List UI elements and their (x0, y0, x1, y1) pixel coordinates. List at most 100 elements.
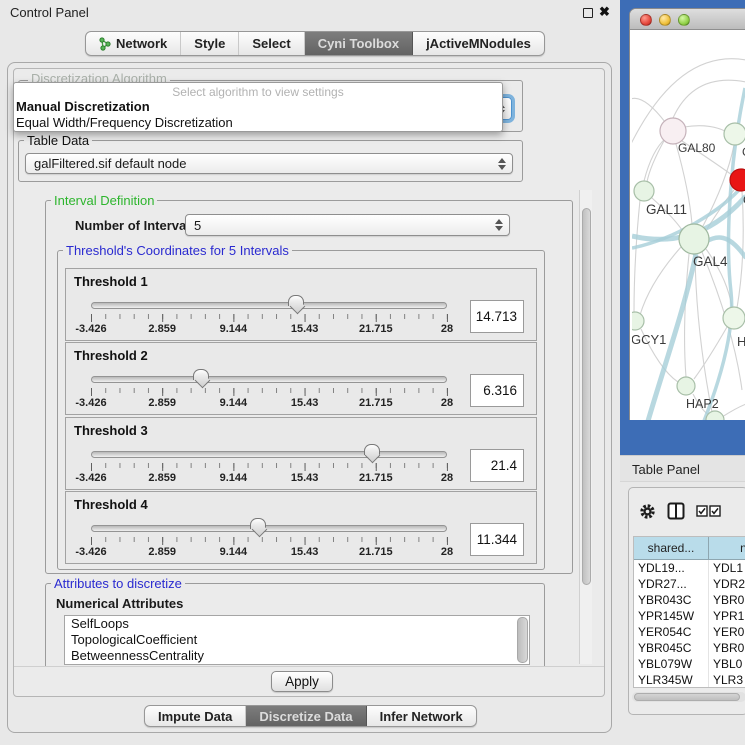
slider-thumb[interactable] (364, 444, 380, 455)
scale-tick-label: 28 (441, 323, 453, 335)
slider-thumb[interactable] (193, 369, 209, 380)
threshold-slider[interactable]: -3.4262.8599.14415.4321.71528 (91, 444, 447, 488)
table-header-cell[interactable]: shared... (634, 537, 709, 559)
table-row[interactable]: YPR145WYPR1 (634, 608, 745, 624)
slider-thumb[interactable] (288, 295, 304, 306)
network-node-GCY1[interactable] (632, 312, 644, 330)
table-row[interactable]: YDR27...YDR2 (634, 576, 745, 592)
combo-stepper-icon (498, 158, 506, 170)
node-table[interactable]: shared...n YDL19...YDL1YDR27...YDR2YBR04… (633, 536, 745, 688)
table-cell: YER054C (634, 624, 709, 640)
threshold-slider[interactable]: -3.4262.8599.14415.4321.71528 (91, 369, 447, 413)
bottom-tab-impute-data[interactable]: Impute Data (145, 706, 246, 726)
numerical-attributes-list[interactable]: SelfLoopsTopologicalCoefficientBetweenne… (64, 615, 530, 665)
network-window-titlebar[interactable] (630, 9, 745, 30)
table-cell: YBR043C (634, 592, 709, 608)
slider-track[interactable] (91, 451, 447, 458)
threshold-value-input[interactable] (470, 523, 524, 556)
minimize-traffic-light-icon[interactable] (659, 14, 671, 26)
threshold-value-input[interactable] (470, 449, 524, 482)
tab-cyni-toolbox[interactable]: Cyni Toolbox (305, 32, 413, 55)
table-row[interactable]: YBR043CYBR0 (634, 592, 745, 608)
network-node-H-node[interactable] (723, 307, 745, 329)
network-edge (634, 200, 640, 312)
num-intervals-label: Number of Intervals (75, 218, 197, 233)
threshold-slider[interactable]: -3.4262.8599.14415.4321.71528 (91, 295, 447, 339)
slider-track[interactable] (91, 525, 447, 532)
scrollbar-thumb[interactable] (582, 208, 591, 585)
threshold-label: Threshold 3 (74, 423, 148, 438)
close-icon[interactable]: ✖ (599, 4, 610, 20)
scale-tick-label: 9.144 (220, 546, 248, 558)
network-node-GAL11[interactable] (634, 181, 654, 201)
popup-option-manual[interactable]: Manual Discretization (14, 99, 502, 115)
zoom-traffic-light-icon[interactable] (678, 14, 690, 26)
split-columns-icon[interactable] (667, 502, 685, 520)
slider-scale-labels: -3.4262.8599.14415.4321.71528 (91, 397, 447, 411)
table-row[interactable]: YBR045CYBR0 (634, 640, 745, 656)
scale-tick-label: 21.715 (359, 397, 393, 409)
tab-select[interactable]: Select (239, 32, 304, 55)
app-root: Control Panel ✖ NetworkStyleSelectCyni T… (0, 0, 745, 745)
table-cell: YBL079W (634, 656, 709, 672)
slider-thumb[interactable] (250, 518, 266, 529)
threshold-row: Threshold 1 -3.4262.8599.14415.4321.7152… (65, 268, 537, 341)
tab-network[interactable]: Network (86, 32, 181, 55)
apply-button[interactable]: Apply (271, 671, 333, 692)
slider-track[interactable] (91, 302, 447, 309)
bottom-tab-infer-network[interactable]: Infer Network (367, 706, 476, 726)
table-horizontal-scrollbar[interactable] (632, 692, 745, 702)
network-node-label: H (737, 334, 745, 349)
attribute-list-item[interactable]: SelfLoops (65, 616, 529, 632)
network-node-GAL4[interactable] (679, 224, 709, 254)
scale-tick-label: 15.43 (291, 546, 319, 558)
attributes-list-scrollbar[interactable] (517, 617, 528, 663)
tab-label: Select (252, 36, 290, 51)
slider-track[interactable] (91, 376, 447, 383)
attribute-list-item[interactable]: BetweennessCentrality (65, 648, 529, 664)
close-traffic-light-icon[interactable] (640, 14, 652, 26)
table-toolbar (639, 502, 721, 520)
table-data-group-title: Table Data (24, 133, 92, 148)
scale-tick-label: 28 (441, 472, 453, 484)
table-row[interactable]: YDL19...YDL1 (634, 560, 745, 576)
main-vertical-scrollbar[interactable] (579, 190, 592, 664)
scale-tick-label: 28 (441, 546, 453, 558)
scrollbar-thumb[interactable] (634, 693, 740, 701)
scale-tick-label: 2.859 (148, 323, 176, 335)
scale-tick-label: 21.715 (359, 546, 393, 558)
table-cell: YBR0 (709, 640, 745, 656)
network-edge (722, 404, 745, 417)
threshold-value-input[interactable] (470, 300, 524, 333)
table-data-combo[interactable]: galFiltered.sif default node (25, 153, 513, 174)
popup-option-equal-width[interactable]: Equal Width/Frequency Discretization (14, 115, 502, 131)
attribute-list-item[interactable]: TopologicalCoefficient (65, 632, 529, 648)
num-intervals-combo[interactable]: 5 (185, 214, 510, 236)
network-canvas[interactable]: GAL80GACGAL11GAL4GCY1HHAP2 (632, 30, 745, 420)
tab-style[interactable]: Style (181, 32, 239, 55)
gear-icon[interactable] (639, 503, 656, 520)
tab-jactivemnodules[interactable]: jActiveMNodules (413, 32, 544, 55)
scale-tick-label: 28 (441, 397, 453, 409)
table-row[interactable]: YBL079WYBL0 (634, 656, 745, 672)
table-panel-title: Table Panel (632, 462, 700, 477)
threshold-slider[interactable]: -3.4262.8599.14415.4321.71528 (91, 518, 447, 562)
scale-tick-label: 2.859 (148, 472, 176, 484)
table-cell: YBR0 (709, 592, 745, 608)
table-row[interactable]: YLR345WYLR3 (634, 672, 745, 688)
threshold-value-input[interactable] (470, 374, 524, 407)
bottom-tab-discretize-data[interactable]: Discretize Data (246, 706, 366, 726)
numerical-attributes-label: Numerical Attributes (56, 596, 183, 611)
popup-hint: Select algorithm to view settings (14, 83, 502, 99)
select-columns-checkboxes-icon[interactable] (696, 505, 721, 517)
network-edge (685, 254, 689, 377)
table-header-cell[interactable]: n (709, 537, 745, 559)
network-node-HAP2[interactable] (677, 377, 695, 395)
tab-label: Infer Network (380, 709, 463, 724)
network-node-node-clipped-top-right[interactable] (724, 123, 745, 145)
float-window-icon[interactable] (583, 8, 593, 18)
table-cell: YPR1 (709, 608, 745, 624)
network-edge (695, 254, 712, 412)
network-edge (684, 126, 725, 131)
table-row[interactable]: YER054CYER0 (634, 624, 745, 640)
